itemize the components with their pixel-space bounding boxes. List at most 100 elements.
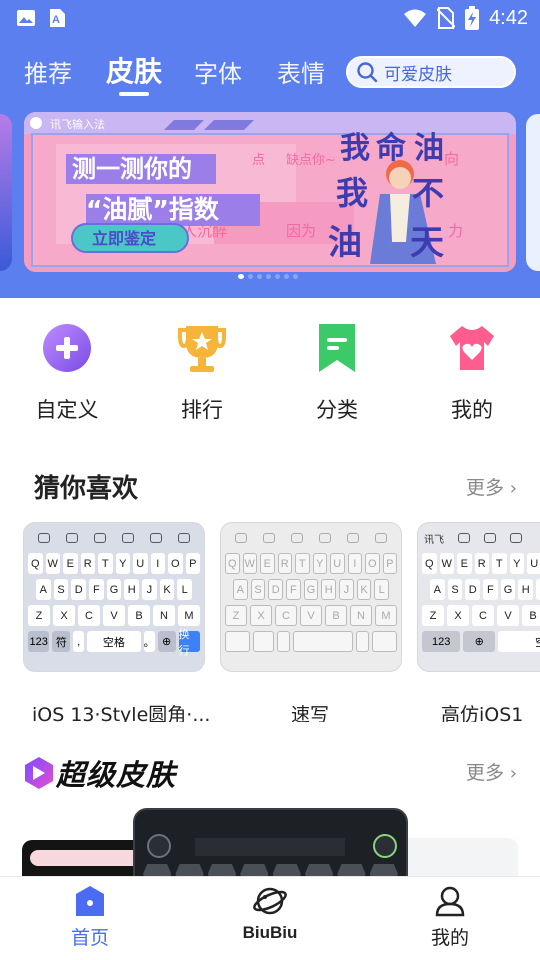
- guess-more-label: 更多: [466, 477, 505, 499]
- banner-headline-1: 测一测你的: [72, 155, 192, 183]
- banner-char: 油: [328, 223, 362, 263]
- key-space: [293, 631, 353, 652]
- super-skin-badge-icon: [25, 757, 53, 789]
- key-letter: H: [518, 579, 534, 600]
- key-letter: O: [168, 553, 183, 574]
- no-sim-icon: [437, 7, 456, 29]
- key-letter: Y: [312, 553, 327, 574]
- key-letter: G: [500, 579, 516, 600]
- key-letter: H: [321, 579, 337, 600]
- key-letter: C: [78, 605, 100, 626]
- banner-char: 不: [412, 174, 444, 212]
- keyboard-row: QWERTYUIOP: [24, 553, 204, 574]
- tab-skins[interactable]: 皮肤: [106, 50, 162, 90]
- skin-card-label[interactable]: 高仿iOS1: [441, 700, 523, 722]
- battery-charging-icon: [465, 6, 480, 30]
- key-letter: J: [339, 579, 354, 600]
- banner-brand: 讯飞输入法: [50, 117, 105, 131]
- svg-text:A: A: [52, 14, 60, 26]
- font-app-icon: A: [50, 9, 65, 27]
- banner-char: 我: [336, 174, 368, 212]
- keyboard-row: ZXCVBNM: [221, 605, 401, 626]
- quick-mine[interactable]: 我的: [427, 322, 517, 424]
- banner-char: 天: [410, 223, 444, 263]
- skin-card-sketch[interactable]: QWERTYUIOP ASDFGHJKL ZXCVBNM: [220, 522, 402, 672]
- banner-prev-peek[interactable]: [0, 114, 12, 271]
- banner-carousel[interactable]: 讯飞输入法 点 缺点你~ 人沉醉 因为 力 向 测一测你的 “油腻”指数 立即鉴…: [0, 110, 540, 275]
- notification-icons: A: [16, 8, 66, 28]
- quick-category[interactable]: 分类: [292, 322, 382, 424]
- super-more-link[interactable]: 更多 ›: [466, 758, 517, 785]
- key-letter: U: [133, 553, 148, 574]
- key-comma: ,: [73, 631, 85, 652]
- quick-ranking[interactable]: 排行: [157, 322, 247, 424]
- key-letter: U: [330, 553, 345, 574]
- skin-card-ios-clone[interactable]: 讯飞 QWERTYUIOP ASDFGHJKL ZXCVBNM 123 ⊕ 空格: [417, 522, 540, 672]
- skin-card-label[interactable]: 速写: [291, 700, 329, 722]
- key-letter: G: [303, 579, 319, 600]
- banner-bg-word: 缺点你~: [286, 153, 336, 168]
- banner-cta[interactable]: 立即鉴定: [92, 229, 156, 248]
- key-letter: N: [153, 605, 175, 626]
- key-letter: T: [295, 553, 310, 574]
- carousel-dot: [284, 274, 289, 279]
- chevron-right-icon: ›: [504, 478, 517, 499]
- key-letter: Z: [28, 605, 50, 626]
- key-letter: M: [375, 605, 397, 626]
- search-icon: [357, 62, 378, 83]
- key-letter: H: [124, 579, 140, 600]
- search-box[interactable]: 可爱皮肤: [346, 56, 516, 88]
- guess-more-link[interactable]: 更多 ›: [466, 473, 517, 500]
- super-skin-logo: 超级皮肤: [24, 752, 176, 794]
- tab-fonts[interactable]: 字体: [194, 54, 242, 89]
- carousel-dots: [238, 274, 298, 279]
- key-letter: P: [185, 553, 200, 574]
- key-123: 123: [28, 631, 50, 652]
- skin-card-ios13[interactable]: QWERTYUIOP ASDFGHJKL ZXCVBNM 123 符 , 空格 …: [23, 522, 205, 672]
- key-letter: A: [36, 579, 51, 600]
- nav-biubiu[interactable]: BiuBiu: [220, 885, 320, 943]
- super-skin-card-center[interactable]: [133, 808, 408, 876]
- key-letter: E: [63, 553, 78, 574]
- key-letter: F: [483, 579, 498, 600]
- key-letter: Z: [422, 605, 444, 626]
- key-letter: L: [177, 579, 193, 600]
- quick-mine-label: 我的: [451, 398, 493, 422]
- super-skin-card-right[interactable]: [408, 838, 518, 876]
- banner-char: 油: [414, 131, 444, 166]
- tab-recommend[interactable]: 推荐: [24, 54, 72, 89]
- keyboard-row: ZXCVBNM: [24, 605, 204, 626]
- carousel-dot: [248, 274, 253, 279]
- bookmark-icon: [319, 324, 355, 372]
- key-letter: Q: [422, 553, 437, 574]
- keyboard-row: ASDFGHJKL: [418, 579, 540, 600]
- key-letter: J: [142, 579, 157, 600]
- skin-card-label[interactable]: iOS 13·Style圆角·...: [32, 700, 210, 722]
- banner-next-peek[interactable]: [526, 114, 540, 271]
- header: A 4:42 推荐 皮肤 字体 表情 可爱皮肤 讯飞输入法 点 缺点你~ 人沉醉…: [0, 0, 540, 298]
- key-letter: D: [465, 579, 481, 600]
- key-letter: W: [242, 553, 257, 574]
- banner-bg-word: 向: [444, 150, 459, 168]
- banner-artwork: 讯飞输入法 点 缺点你~ 人沉醉 因为 力 向 测一测你的 “油腻”指数 立即鉴…: [24, 112, 516, 272]
- key-letter: C: [472, 605, 494, 626]
- key-letter: J: [536, 579, 540, 600]
- key-letter: M: [178, 605, 200, 626]
- wifi-icon: [404, 9, 427, 27]
- quick-custom[interactable]: 自定义: [22, 322, 112, 424]
- user-icon: [435, 886, 465, 917]
- key-letter: P: [382, 553, 397, 574]
- key-letter: A: [233, 579, 248, 600]
- super-skin-carousel: [0, 808, 540, 876]
- keyboard-toolbar: [221, 523, 401, 553]
- keyboard-toolbar: 讯飞: [418, 523, 540, 553]
- section-title-super: 超级皮肤: [56, 758, 177, 792]
- key-letter: X: [250, 605, 272, 626]
- banner-bg-word: 因为: [286, 222, 316, 240]
- key-letter: Q: [225, 553, 240, 574]
- nav-mine[interactable]: 我的: [400, 885, 500, 950]
- tab-stickers[interactable]: 表情: [277, 54, 325, 89]
- key-letter: I: [347, 553, 362, 574]
- nav-home[interactable]: 首页: [40, 885, 140, 950]
- banner-oily-test[interactable]: 讯飞输入法 点 缺点你~ 人沉醉 因为 力 向 测一测你的 “油腻”指数 立即鉴…: [24, 112, 516, 272]
